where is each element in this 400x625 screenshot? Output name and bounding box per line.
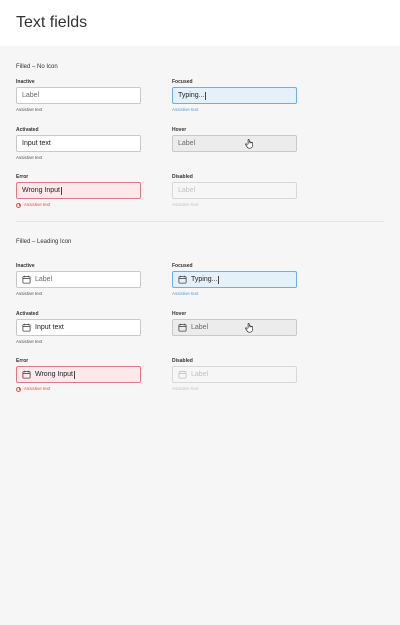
- state-label: Focused: [172, 263, 193, 269]
- section-divider: [16, 221, 384, 222]
- state-label: Focused: [172, 79, 193, 85]
- assistive-text: Assistive text: [24, 202, 51, 207]
- field-activated: Activated Input text Assistive text: [16, 126, 141, 161]
- field-activated-icon: Activated Input text Assistive text: [16, 310, 141, 345]
- state-label: Activated: [16, 311, 39, 317]
- field-error: Error Wrong Input Assistive text: [16, 173, 141, 208]
- field-focused-icon: Focused Typing... Assistive text: [172, 262, 297, 297]
- text-input-inactive[interactable]: Label: [16, 87, 141, 104]
- input-value: Input text: [35, 324, 64, 331]
- page-header: Text fields: [0, 0, 400, 46]
- text-caret: [74, 370, 75, 379]
- field-hover: Hover Label: [172, 126, 297, 161]
- field-inactive: Inactive Label Assistive text: [16, 78, 141, 113]
- text-input-activated[interactable]: Input text: [16, 135, 141, 152]
- text-input-error[interactable]: Wrong Input: [16, 182, 141, 199]
- state-label: Hover: [172, 127, 187, 133]
- assistive-text: Assistive text: [172, 386, 199, 391]
- field-disabled: Disabled Label Assistive text: [172, 173, 297, 208]
- assistive-text: Assistive text: [172, 202, 199, 207]
- assistive-text: Assistive text: [16, 155, 43, 160]
- input-value: Typing...: [191, 276, 218, 283]
- assistive-text: [172, 339, 297, 345]
- calendar-icon: [178, 323, 187, 332]
- assistive-text: Assistive text: [16, 291, 43, 296]
- input-value: Wrong Input: [35, 371, 74, 378]
- state-label: Hover: [172, 311, 187, 317]
- state-label: Inactive: [16, 79, 35, 85]
- input-value: Label: [191, 324, 209, 331]
- calendar-icon: [178, 370, 187, 379]
- calendar-icon: [22, 275, 31, 284]
- text-input-error[interactable]: Wrong Input: [16, 366, 141, 383]
- error-circle-icon: [16, 202, 21, 208]
- input-value: Label: [22, 92, 40, 99]
- calendar-icon: [178, 275, 187, 284]
- assistive-text: Assistive text: [172, 291, 199, 296]
- section-title-no-icon: Filled – No Icon: [16, 64, 58, 70]
- field-error-icon: Error Wrong Input Assistive text: [16, 357, 141, 392]
- calendar-icon: [22, 323, 31, 332]
- assistive-text: Assistive text: [16, 339, 43, 344]
- input-value: Typing...: [178, 92, 205, 99]
- text-caret: [218, 275, 220, 284]
- input-value: Label: [178, 187, 196, 194]
- input-value: Input text: [22, 140, 51, 147]
- text-input-hover[interactable]: Label: [172, 135, 297, 152]
- error-message: Assistive text: [16, 386, 141, 392]
- error-circle-icon: [16, 386, 21, 392]
- text-caret: [61, 186, 62, 195]
- state-label: Inactive: [16, 263, 35, 269]
- assistive-text: Assistive text: [16, 107, 43, 112]
- input-value: Label: [178, 140, 196, 147]
- page-title: Text fields: [16, 14, 88, 31]
- assistive-text: [172, 155, 297, 161]
- error-message: Assistive text: [16, 202, 141, 208]
- assistive-text: Assistive text: [172, 107, 199, 112]
- calendar-icon: [22, 370, 31, 379]
- state-label: Error: [16, 358, 29, 364]
- text-input-focused[interactable]: Typing...: [172, 87, 297, 104]
- input-value: Label: [191, 371, 209, 378]
- field-inactive-icon: Inactive Label Assistive text: [16, 262, 141, 297]
- field-disabled-icon: Disabled Label Assistive text: [172, 357, 297, 392]
- state-label: Activated: [16, 127, 39, 133]
- field-focused: Focused Typing... Assistive text: [172, 78, 297, 113]
- hand-pointer-icon: [245, 139, 253, 149]
- input-value: Wrong Input: [22, 187, 61, 194]
- state-label: Disabled: [172, 358, 193, 364]
- section-title-leading-icon: Filled – Leading Icon: [16, 239, 72, 245]
- input-value: Label: [35, 276, 53, 283]
- text-input-disabled: Label: [172, 182, 297, 199]
- text-input-hover[interactable]: Label: [172, 319, 297, 336]
- assistive-text: Assistive text: [24, 386, 51, 391]
- text-input-focused[interactable]: Typing...: [172, 271, 297, 288]
- state-label: Disabled: [172, 174, 193, 180]
- text-input-disabled: Label: [172, 366, 297, 383]
- state-label: Error: [16, 174, 29, 180]
- text-input-activated[interactable]: Input text: [16, 319, 141, 336]
- hand-pointer-icon: [245, 323, 253, 333]
- text-caret: [205, 91, 207, 100]
- text-input-inactive[interactable]: Label: [16, 271, 141, 288]
- field-hover-icon: Hover Label: [172, 310, 297, 345]
